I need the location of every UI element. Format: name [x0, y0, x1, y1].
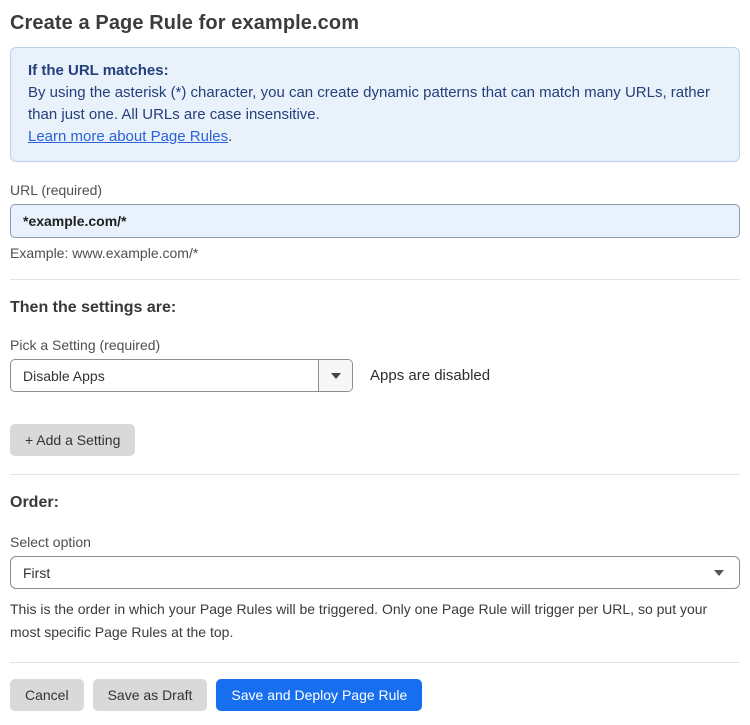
- setting-select[interactable]: Disable Apps: [10, 359, 353, 392]
- order-select-value: First: [23, 564, 51, 581]
- cancel-button[interactable]: Cancel: [10, 679, 84, 711]
- info-box-body: By using the asterisk (*) character, you…: [28, 84, 710, 123]
- info-box-link-line: Learn more about Page Rules.: [28, 126, 722, 148]
- link-suffix: .: [228, 128, 233, 145]
- order-description: This is the order in which your Page Rul…: [10, 601, 708, 640]
- pick-setting-label: Pick a Setting (required): [10, 337, 161, 353]
- divider: [10, 662, 740, 663]
- order-select[interactable]: First: [10, 556, 740, 589]
- divider: [10, 474, 740, 475]
- save-and-deploy-button[interactable]: Save and Deploy Page Rule: [216, 679, 423, 711]
- learn-more-link[interactable]: Learn more about Page Rules: [28, 128, 228, 145]
- divider: [10, 279, 740, 280]
- setting-select-value: Disable Apps: [23, 367, 105, 384]
- setting-status-text: Apps are disabled: [370, 367, 491, 384]
- add-setting-button[interactable]: + Add a Setting: [10, 424, 136, 456]
- setting-row: Disable Apps Apps are disabled: [10, 359, 740, 392]
- chevron-down-icon: [714, 569, 724, 576]
- info-box-heading: If the URL matches:: [28, 62, 169, 79]
- url-input[interactable]: [10, 204, 740, 238]
- setting-select-arrow-button[interactable]: [318, 360, 352, 391]
- url-match-info-box: If the URL matches: By using the asteris…: [10, 47, 740, 162]
- settings-section-heading: Then the settings are:: [10, 299, 177, 316]
- order-section-heading: Order:: [10, 494, 59, 511]
- create-page-rule-panel: Create a Page Rule for example.com If th…: [0, 0, 750, 725]
- footer-button-row: Cancel Save as Draft Save and Deploy Pag…: [10, 679, 740, 711]
- url-hint: Example: www.example.com/*: [10, 245, 199, 261]
- page-title: Create a Page Rule for example.com: [10, 12, 360, 34]
- chevron-down-icon: [330, 372, 341, 379]
- save-as-draft-button[interactable]: Save as Draft: [92, 679, 208, 711]
- order-select-label: Select option: [10, 534, 91, 550]
- url-label: URL (required): [10, 182, 103, 198]
